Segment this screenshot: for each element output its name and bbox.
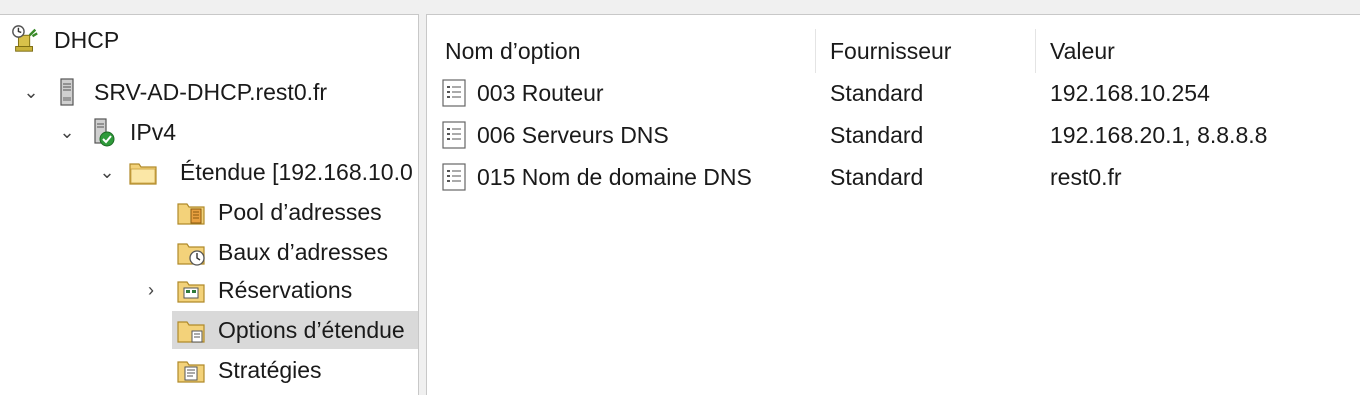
chevron-down-icon[interactable]: ⌄ [56,122,78,143]
tree-item-label: Pool d’adresses [218,198,382,225]
tree-item-scope[interactable]: ⌄ Étendue [192.168.10.0 [96,153,413,191]
tree-item-address-leases[interactable]: Baux d’adresses [176,233,388,271]
tree-item-policies[interactable]: Stratégies [176,351,322,389]
chevron-down-icon[interactable]: ⌄ [20,82,42,103]
option-name-cell: 015 Nom de domaine DNS [441,157,752,197]
address-pool-icon [176,197,206,227]
server-icon [52,77,82,107]
tree-item-scope-options[interactable]: Options d’étendue [172,311,418,349]
option-value-cell: 192.168.20.1, 8.8.8.8 [1050,121,1268,148]
option-value-cell: 192.168.10.254 [1050,79,1210,106]
address-leases-icon [176,237,206,267]
chevron-right-icon[interactable]: › [140,280,162,301]
tree-item-label: DHCP [54,26,120,53]
option-vendor-cell: Standard [830,79,924,106]
tree-item-label: Stratégies [218,356,322,383]
table-row[interactable]: 006 Serveurs DNS Standard 192.168.20.1, … [427,115,1360,155]
option-document-icon [441,120,467,150]
table-row[interactable]: 015 Nom de domaine DNS Standard rest0.fr [427,157,1360,197]
options-list-view[interactable]: Nom d’option Fournisseur Valeur 003 Rout… [426,14,1360,395]
column-header-value[interactable]: Valeur [1050,31,1115,71]
tree-item-label: Baux d’adresses [218,238,389,265]
option-vendor-cell: Standard [830,163,924,190]
tree-item-ipv4[interactable]: ⌄ IPv4 [56,113,176,151]
tree-item-label: SRV-AD-DHCP.rest0.fr [94,78,328,105]
option-value-cell: rest0.fr [1050,163,1122,190]
tree-item-reservations[interactable]: › Réservations [140,271,352,309]
tree-item-label: IPv4 [130,118,177,145]
column-divider[interactable] [1035,29,1036,73]
chevron-down-icon[interactable]: ⌄ [96,162,118,183]
tree-item-label: Réservations [218,276,353,303]
tree-item-address-pool[interactable]: Pool d’adresses [176,193,382,231]
console-tree[interactable]: DHCP ⌄ SRV-AD-DHCP.rest0.fr ⌄ IPv4 ⌄ Éte… [0,14,419,395]
dhcp-root-icon [10,24,42,56]
option-document-icon [441,78,467,108]
tree-item-label: Options d’étendue [218,316,405,343]
tree-item-server[interactable]: ⌄ SRV-AD-DHCP.rest0.fr [20,73,327,111]
policies-icon [176,355,206,385]
scope-options-icon [176,315,206,345]
column-divider[interactable] [815,29,816,73]
option-name-cell: 003 Routeur [441,73,604,113]
folder-icon [128,157,158,187]
option-document-icon [441,162,467,192]
tree-item-dhcp[interactable]: DHCP [10,21,119,59]
table-row[interactable]: 003 Routeur Standard 192.168.10.254 [427,73,1360,113]
tree-item-label: Étendue [192.168.10.0 [180,158,413,185]
option-name-cell: 006 Serveurs DNS [441,115,669,155]
option-vendor-cell: Standard [830,121,924,148]
column-header-name[interactable]: Nom d’option [445,31,581,71]
column-header-vendor[interactable]: Fournisseur [830,31,951,71]
ipv4-icon [88,117,118,147]
reservations-icon [176,275,206,305]
